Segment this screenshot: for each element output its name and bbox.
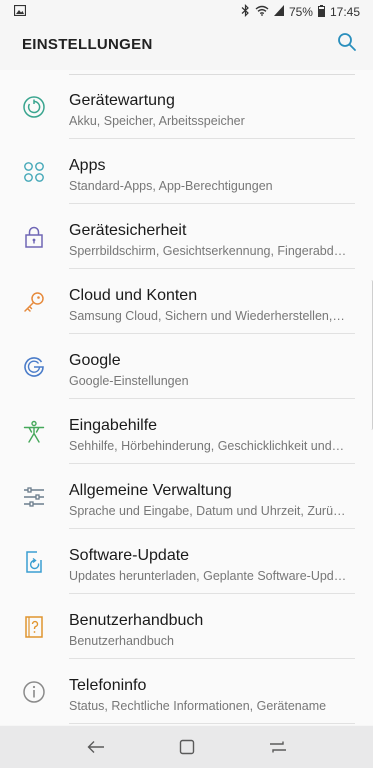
device-maintenance-icon <box>22 95 46 119</box>
recent-apps-icon[interactable] <box>266 735 290 759</box>
settings-item-title: Telefoninfo <box>69 677 147 694</box>
settings-item-title: Benutzerhandbuch <box>69 612 204 629</box>
settings-item-geraetesicherheit[interactable]: Gerätesicherheit Sperrbildschirm, Gesich… <box>0 204 373 269</box>
settings-item-telefoninfo[interactable]: Telefoninfo Status, Rechtliche Informati… <box>0 659 373 724</box>
gallery-notification-icon <box>13 4 27 19</box>
settings-item-subtitle: Samsung Cloud, Sichern und Wiederherstel… <box>69 309 345 323</box>
settings-item-title: Google <box>69 352 121 369</box>
settings-item-subtitle: Sehhilfe, Hörbehinderung, Geschicklichke… <box>69 439 345 453</box>
settings-item-geraetewartung[interactable]: Gerätewartung Akku, Speicher, Arbeitsspe… <box>0 74 373 139</box>
settings-item-google[interactable]: Google Google-Einstellungen <box>0 334 373 399</box>
clock: 17:45 <box>329 5 360 19</box>
scroll-indicator[interactable] <box>369 280 373 430</box>
settings-list: Gerätewartung Akku, Speicher, Arbeitsspe… <box>0 70 373 725</box>
navigation-bar <box>0 726 373 768</box>
settings-item-subtitle: Google-Einstellungen <box>69 374 189 388</box>
settings-item-title: Gerätewartung <box>69 92 175 109</box>
wifi-icon <box>255 5 269 19</box>
settings-item-subtitle: Sperrbildschirm, Gesichtserkennung, Fing… <box>69 244 347 258</box>
settings-item-title: Eingabehilfe <box>69 417 158 434</box>
settings-item-title: Software-Update <box>69 547 190 564</box>
settings-item-title: Cloud und Konten <box>69 287 198 304</box>
sliders-icon <box>22 485 46 509</box>
accessibility-icon <box>22 420 46 444</box>
settings-item-cloud-und-konten[interactable]: Cloud und Konten Samsung Cloud, Sichern … <box>0 269 373 334</box>
settings-item-title: Allgemeine Verwaltung <box>69 482 232 499</box>
bluetooth-icon <box>241 4 250 20</box>
settings-item-subtitle: Status, Rechtliche Informationen, Geräte… <box>69 699 327 713</box>
settings-item-subtitle: Akku, Speicher, Arbeitsspeicher <box>69 114 245 128</box>
apps-icon <box>22 160 46 184</box>
google-icon <box>22 355 46 379</box>
settings-item-subtitle: Updates herunterladen, Geplante Software… <box>69 569 347 583</box>
search-icon[interactable] <box>337 32 357 57</box>
battery-percent: 75% <box>288 5 313 19</box>
software-update-icon <box>22 550 46 574</box>
settings-item-title: Gerätesicherheit <box>69 222 187 239</box>
info-icon <box>22 680 46 704</box>
settings-item-benutzerhandbuch[interactable]: Benutzerhandbuch Benutzerhandbuch <box>0 594 373 659</box>
home-icon[interactable] <box>175 735 199 759</box>
settings-item-apps[interactable]: Apps Standard-Apps, App-Berechtigungen <box>0 139 373 204</box>
user-manual-icon <box>22 615 46 639</box>
lock-icon <box>22 225 46 249</box>
status-bar: 75% 17:45 <box>0 0 373 24</box>
divider <box>69 723 355 724</box>
settings-item-eingabehilfe[interactable]: Eingabehilfe Sehhilfe, Hörbehinderung, G… <box>0 399 373 464</box>
app-header: EINSTELLUNGEN <box>0 24 373 65</box>
settings-item-software-update[interactable]: Software-Update Updates herunterladen, G… <box>0 529 373 594</box>
settings-item-allgemeine-verwaltung[interactable]: Allgemeine Verwaltung Sprache und Eingab… <box>0 464 373 529</box>
settings-item-title: Apps <box>69 157 106 174</box>
back-icon[interactable] <box>84 735 108 759</box>
settings-item-subtitle: Standard-Apps, App-Berechtigungen <box>69 179 273 193</box>
page-title: EINSTELLUNGEN <box>22 36 153 53</box>
key-icon <box>22 290 46 314</box>
settings-item-subtitle: Benutzerhandbuch <box>69 634 174 648</box>
battery-icon <box>317 4 325 20</box>
settings-item-subtitle: Sprache und Eingabe, Datum und Uhrzeit, … <box>69 504 346 518</box>
signal-icon <box>273 5 284 19</box>
